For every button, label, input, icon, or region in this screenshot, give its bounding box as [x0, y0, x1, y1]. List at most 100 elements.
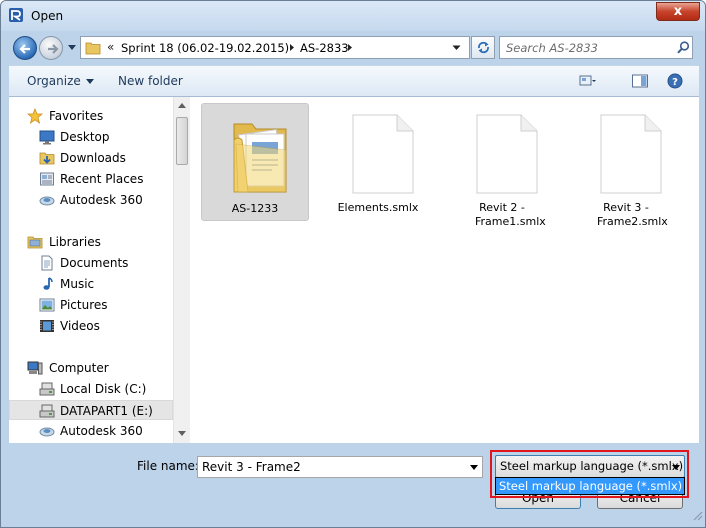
- nav-item-label: Music: [60, 277, 95, 291]
- content-area: Favorites Desktop Downloads Recent Place…: [9, 97, 699, 443]
- app-icon: [9, 8, 23, 22]
- breadcrumb-arrow-icon[interactable]: [347, 43, 353, 52]
- address-row: « Sprint 18 (06.02-19.02.2015) AS-2833 S…: [9, 32, 699, 62]
- file-name: Revit 3 - Frame2.smlx: [597, 201, 668, 228]
- file-name-combobox[interactable]: Revit 3 - Frame2: [197, 456, 483, 478]
- resize-grip-icon[interactable]: [691, 509, 703, 521]
- file-type-dropdown-list: Steel markup language (*.smlx): [495, 477, 685, 495]
- nav-item-downloads[interactable]: Downloads: [9, 148, 173, 168]
- back-button[interactable]: [13, 36, 37, 60]
- folder-icon: [85, 42, 101, 55]
- breadcrumb-arrow-icon[interactable]: [289, 43, 295, 52]
- window-title: Open: [31, 9, 64, 23]
- nav-item-label: Videos: [60, 319, 100, 333]
- nav-favorites[interactable]: Favorites: [9, 106, 173, 126]
- scrollbar-thumb[interactable]: [176, 117, 188, 165]
- nav-item-documents[interactable]: Documents: [9, 253, 173, 273]
- arrow-right-icon: [48, 44, 59, 54]
- navigation-pane[interactable]: Favorites Desktop Downloads Recent Place…: [9, 97, 173, 443]
- desktop-icon: [39, 130, 55, 145]
- document-icon: [476, 114, 538, 194]
- refresh-button[interactable]: [471, 36, 495, 59]
- file-type-option[interactable]: Steel markup language (*.smlx): [499, 479, 682, 493]
- hard-drive-icon: [39, 404, 55, 418]
- nav-item-label: Downloads: [60, 151, 126, 165]
- command-bar: Organize New folder ?: [9, 65, 699, 97]
- help-icon[interactable]: ?: [666, 73, 684, 89]
- nav-item-music[interactable]: Music: [9, 274, 173, 294]
- nav-computer-label: Computer: [49, 361, 109, 375]
- file-name: Elements.smlx: [337, 201, 419, 214]
- file-type-value: Steel markup language (*.smlx): [500, 459, 684, 473]
- recent-pages-dropdown-icon[interactable]: [67, 44, 77, 52]
- nav-item-recent-places[interactable]: Recent Places: [9, 169, 173, 189]
- arrow-left-icon: [19, 44, 30, 54]
- folder-icon: [233, 123, 287, 193]
- file-item-revit3[interactable]: Revit 3 - Frame2.smlx: [573, 103, 681, 228]
- nav-item-label: Recent Places: [60, 172, 144, 186]
- recent-places-icon: [40, 172, 54, 186]
- file-item-folder[interactable]: AS-1233: [201, 103, 309, 221]
- music-note-icon: [43, 277, 53, 290]
- search-box[interactable]: Search AS-2833: [499, 36, 693, 59]
- breadcrumb-folder[interactable]: AS-2833: [300, 41, 349, 55]
- nav-item-label: DATAPART1 (E:): [60, 404, 153, 418]
- video-film-icon: [40, 320, 54, 332]
- nav-item-label: Desktop: [60, 130, 110, 144]
- search-icon[interactable]: [677, 41, 690, 54]
- open-dialog: Open x « Sprint 18 (06.02-19.02.2015) AS…: [0, 0, 706, 528]
- file-item-revit2[interactable]: Revit 2 - Frame1.smlx: [449, 103, 557, 228]
- change-view-icon[interactable]: [578, 73, 596, 89]
- nav-computer[interactable]: Computer: [9, 358, 173, 378]
- nav-item-autodesk-360-computer[interactable]: Autodesk 360: [9, 421, 173, 441]
- nav-pane-scrollbar[interactable]: [173, 97, 190, 443]
- file-name: Revit 2 - Frame1.smlx: [475, 201, 546, 228]
- nav-item-label: Pictures: [60, 298, 108, 312]
- file-list[interactable]: AS-1233 Elements.smlx Revit 2 - Frame1.s…: [191, 97, 699, 443]
- computer-icon: [27, 361, 43, 375]
- nav-item-autodesk-360[interactable]: Autodesk 360: [9, 190, 173, 210]
- refresh-icon: [478, 41, 489, 54]
- nav-item-desktop[interactable]: Desktop: [9, 127, 173, 147]
- hard-drive-icon: [39, 382, 55, 396]
- search-input[interactable]: Search AS-2833: [506, 41, 598, 55]
- title-bar[interactable]: Open x: [1, 1, 705, 31]
- downloads-folder-icon: [39, 152, 55, 165]
- file-type-select[interactable]: Steel markup language (*.smlx): [495, 455, 685, 478]
- preview-pane-icon[interactable]: [631, 73, 649, 89]
- address-bar[interactable]: « Sprint 18 (06.02-19.02.2015) AS-2833: [80, 36, 470, 59]
- organize-label: Organize: [27, 74, 81, 88]
- libraries-icon: [27, 236, 43, 249]
- new-folder-button[interactable]: New folder: [118, 74, 183, 88]
- chevron-down-icon[interactable]: [470, 465, 478, 470]
- document-icon: [352, 114, 414, 194]
- pictures-icon: [39, 298, 55, 312]
- address-dropdown-icon[interactable]: [452, 45, 461, 51]
- file-name-input[interactable]: Revit 3 - Frame2: [202, 460, 301, 474]
- organize-button[interactable]: Organize: [27, 74, 94, 88]
- file-name: AS-1233: [231, 202, 279, 215]
- svg-text:?: ?: [672, 77, 678, 88]
- nav-item-datapart1[interactable]: DATAPART1 (E:): [9, 400, 173, 420]
- nav-item-label: Local Disk (C:): [60, 382, 147, 396]
- star-icon: [27, 108, 43, 124]
- nav-item-videos[interactable]: Videos: [9, 316, 173, 336]
- nav-libraries[interactable]: Libraries: [9, 232, 173, 252]
- close-button[interactable]: x: [656, 2, 700, 21]
- scroll-up-icon[interactable]: [178, 103, 186, 108]
- chevron-down-icon[interactable]: [672, 465, 680, 470]
- hidden-crumbs-chevron[interactable]: «: [107, 40, 114, 54]
- nav-item-label: Autodesk 360: [60, 193, 143, 207]
- chevron-down-icon: [85, 79, 94, 84]
- nav-item-pictures[interactable]: Pictures: [9, 295, 173, 315]
- close-icon: x: [673, 4, 683, 19]
- forward-button[interactable]: [39, 36, 63, 60]
- breadcrumb-sprint[interactable]: Sprint 18 (06.02-19.02.2015): [121, 41, 289, 55]
- documents-icon: [41, 255, 53, 271]
- cloud-icon: [39, 427, 55, 437]
- nav-item-local-disk[interactable]: Local Disk (C:): [9, 379, 173, 399]
- file-item-elements[interactable]: Elements.smlx: [325, 103, 433, 221]
- file-name-label: File name:: [137, 459, 199, 473]
- document-icon: [600, 114, 662, 194]
- scroll-down-icon[interactable]: [178, 431, 186, 436]
